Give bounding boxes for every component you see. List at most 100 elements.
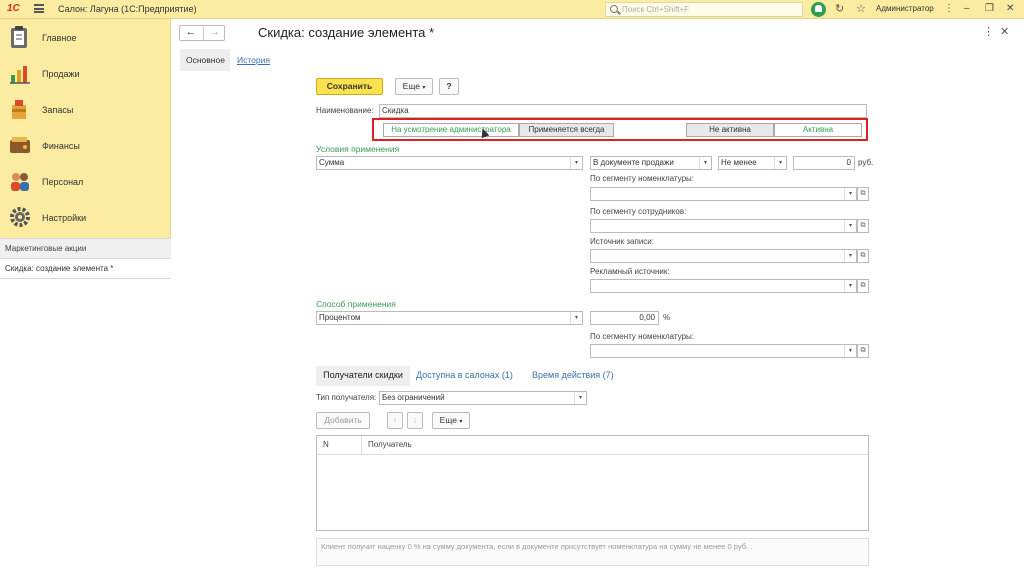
search-icon — [610, 5, 618, 13]
open-icon[interactable]: ⧉ — [857, 219, 869, 233]
dropdown-arrow-icon[interactable]: ▾ — [844, 188, 856, 200]
state-active-toggle[interactable]: Активна — [774, 123, 862, 137]
page-title: Скидка: создание элемента * — [258, 25, 435, 40]
sidebar-item-sales[interactable]: Продажи — [0, 57, 171, 93]
sidebar-item-label: Продажи — [42, 69, 80, 79]
state-inactive-toggle[interactable]: Не активна — [686, 123, 774, 137]
recipient-type-select[interactable]: Без ограничений ▾ — [379, 391, 587, 405]
sidebar-item-settings[interactable]: Настройки — [0, 201, 171, 237]
main-menu-icon[interactable] — [34, 4, 44, 13]
gear-icon — [10, 207, 30, 227]
minimize-icon[interactable]: – — [964, 2, 970, 16]
sidebar-item-staff[interactable]: Персонал — [0, 165, 171, 201]
currency-label: руб. — [858, 158, 874, 167]
tab-period[interactable]: Время действия (7) — [532, 366, 614, 386]
nomenclature-segment2-label: По сегменту номенклатуры: — [590, 332, 694, 341]
dropdown-arrow-icon[interactable]: ▾ — [699, 157, 711, 169]
percent-field[interactable]: 0,00 — [590, 311, 659, 325]
mode-manual-toggle[interactable]: На усмотрение администратора — [383, 123, 519, 137]
document-select[interactable]: В документе продажи ▾ — [590, 156, 712, 170]
star-icon[interactable]: ☆ — [856, 3, 866, 15]
summary-note-text: Клиент получит наценку 0 % на сумму доку… — [321, 542, 753, 551]
conditions-title: Условия применения — [316, 144, 400, 154]
column-header-recipient[interactable]: Получатель — [362, 436, 868, 455]
form-more-icon[interactable]: ⋮ — [983, 25, 994, 38]
clipboard-icon — [11, 26, 27, 48]
tab-history[interactable]: История — [237, 55, 270, 65]
open-icon[interactable]: ⧉ — [857, 344, 869, 358]
sidebar-item-label: Финансы — [42, 141, 80, 151]
app-logo: 1С — [7, 3, 20, 14]
tab-main[interactable]: Основное — [180, 49, 230, 71]
dropdown-arrow-icon[interactable]: ▾ — [570, 157, 582, 169]
table-more-label: Еще — [439, 415, 457, 425]
sidebar-item-finance[interactable]: Финансы — [0, 129, 171, 165]
compare-select-value: Не менее — [721, 158, 757, 167]
document-select-value: В документе продажи — [593, 158, 674, 167]
dropdown-arrow-icon[interactable]: ▾ — [570, 312, 582, 324]
tab-main-label: Основное — [186, 55, 225, 65]
sidebar-item-label: Главное — [42, 33, 77, 43]
condition-select[interactable]: Сумма ▾ — [316, 156, 583, 170]
search-placeholder: Поиск Ctrl+Shift+F — [622, 5, 690, 14]
open-icon[interactable]: ⧉ — [857, 279, 869, 293]
back-arrow-icon[interactable]: ← — [180, 26, 202, 40]
chevron-down-icon: ▾ — [459, 419, 463, 425]
sidebar-group-title[interactable]: Маркетинговые акции — [0, 239, 171, 259]
close-window-icon[interactable]: ✕ — [1006, 2, 1014, 16]
dropdown-arrow-icon[interactable]: ▾ — [844, 280, 856, 292]
history-icon[interactable]: ↻ — [835, 3, 844, 15]
nomenclature-segment2-field[interactable]: ▾ — [590, 344, 857, 358]
move-up-icon[interactable]: ↑ — [387, 412, 403, 429]
search-input[interactable]: Поиск Ctrl+Shift+F — [605, 2, 803, 17]
more-icon[interactable]: ⋮ — [944, 2, 954, 16]
table-more-button[interactable]: Еще ▾ — [432, 412, 470, 429]
name-field[interactable]: Скидка — [379, 104, 867, 118]
sidebar-item-stock[interactable]: Запасы — [0, 93, 171, 129]
amount-field[interactable]: 0 — [793, 156, 855, 170]
method-select[interactable]: Процентом ▾ — [316, 311, 583, 325]
recipients-table[interactable]: N Получатель — [316, 435, 869, 531]
method-title: Способ применения — [316, 299, 396, 309]
user-name[interactable]: Администратор — [876, 4, 934, 13]
help-button[interactable]: ? — [439, 78, 459, 95]
sidebar-group-label: Маркетинговые акции — [5, 244, 87, 253]
tab-salons[interactable]: Доступна в салонах (1) — [416, 366, 513, 386]
record-source-label: Источник записи: — [590, 237, 654, 246]
sales-chart-icon — [10, 66, 30, 84]
compare-select[interactable]: Не менее ▾ — [718, 156, 787, 170]
recipient-type-label: Тип получателя: — [316, 393, 377, 402]
dropdown-arrow-icon[interactable]: ▾ — [844, 220, 856, 232]
move-down-icon[interactable]: ↓ — [407, 412, 423, 429]
dropdown-arrow-icon[interactable]: ▾ — [774, 157, 786, 169]
save-button[interactable]: Сохранить — [316, 78, 383, 95]
title-bar: 1С Салон: Лагуна (1С:Предприятие) Поиск … — [0, 0, 1024, 19]
record-source-field[interactable]: ▾ — [590, 249, 857, 263]
restore-icon[interactable]: ❐ — [985, 2, 994, 16]
method-select-value: Процентом — [319, 313, 361, 322]
sidebar-current-label: Скидка: создание элемента * — [5, 264, 114, 273]
dropdown-arrow-icon[interactable]: ▾ — [844, 250, 856, 262]
column-header-n[interactable]: N — [317, 436, 362, 455]
dropdown-arrow-icon[interactable]: ▾ — [844, 345, 856, 357]
percent-sign: % — [663, 313, 671, 322]
mode-always-toggle[interactable]: Применяется всегда — [519, 123, 614, 137]
more-button-label: Еще — [402, 81, 420, 91]
sidebar-item-main[interactable]: Главное — [0, 21, 171, 57]
open-icon[interactable]: ⧉ — [857, 187, 869, 201]
notifications-icon[interactable] — [811, 2, 826, 17]
sidebar-item-label: Настройки — [42, 213, 87, 223]
open-windows-panel: Маркетинговые акции Скидка: создание эле… — [0, 238, 171, 574]
sidebar-current-window[interactable]: Скидка: создание элемента * — [0, 259, 171, 279]
open-icon[interactable]: ⧉ — [857, 249, 869, 263]
ad-source-field[interactable]: ▾ — [590, 279, 857, 293]
employee-segment-field[interactable]: ▾ — [590, 219, 857, 233]
more-button[interactable]: Еще ▾ — [395, 78, 433, 95]
nomenclature-segment-field[interactable]: ▾ — [590, 187, 857, 201]
people-icon — [11, 173, 29, 191]
forward-arrow-icon[interactable]: → — [203, 26, 225, 40]
add-button[interactable]: Добавить — [316, 412, 370, 429]
tab-recipients[interactable]: Получатели скидки — [316, 366, 410, 386]
form-close-icon[interactable]: ✕ — [1000, 25, 1009, 38]
dropdown-arrow-icon[interactable]: ▾ — [574, 392, 586, 404]
